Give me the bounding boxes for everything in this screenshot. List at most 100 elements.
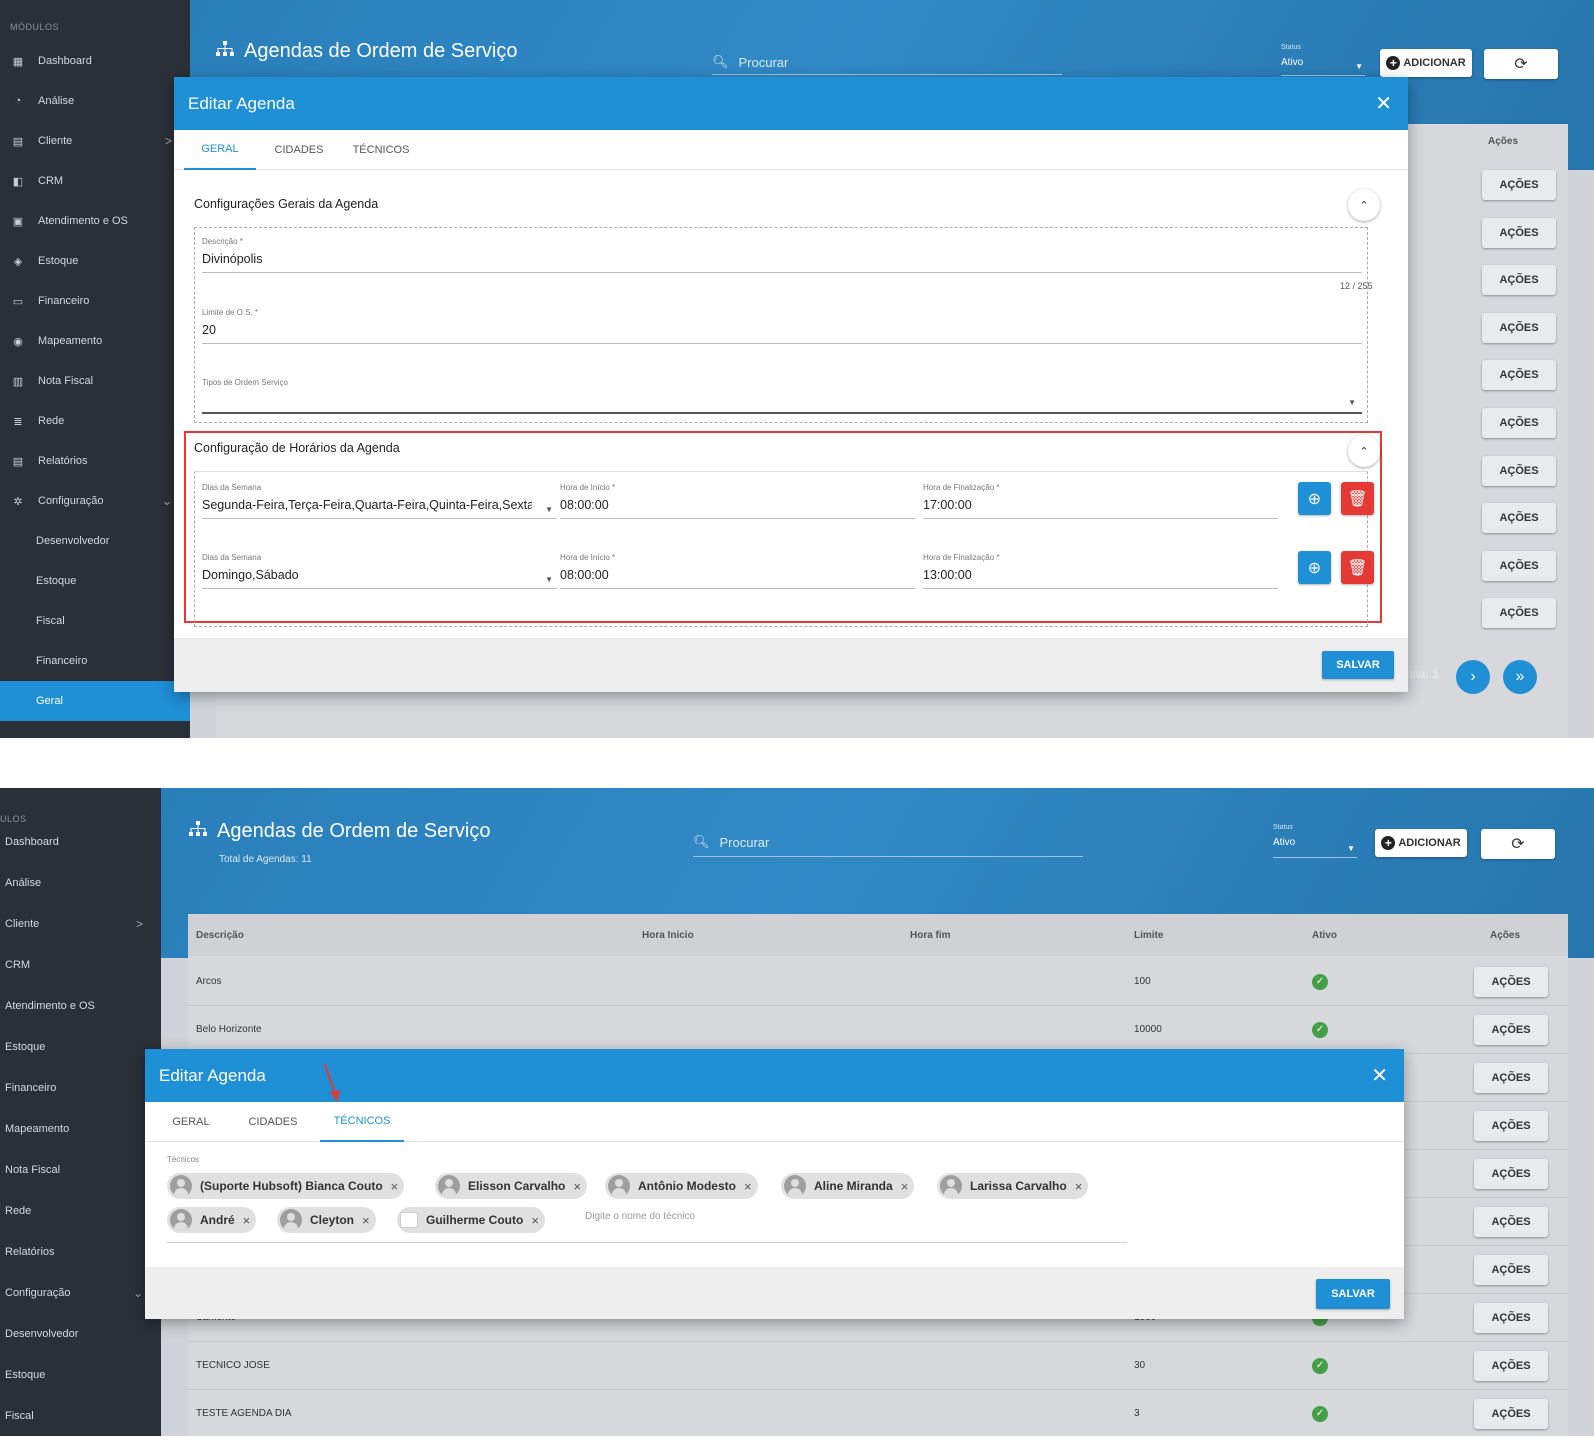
remove-chip-icon[interactable]: × (391, 1179, 399, 1194)
tecnicos-autocomplete[interactable]: (Suporte Hubsoft) Bianca Couto × Elisson C… (167, 1167, 1127, 1243)
sidebar-item[interactable]: Análise (0, 863, 161, 903)
acoes-button[interactable]: AÇÕES (1482, 503, 1556, 534)
tecnico-search-input[interactable]: Digite o nome do técnico (585, 1211, 695, 1222)
remove-chip-icon[interactable]: × (243, 1213, 251, 1228)
tab-geral[interactable]: GERAL (155, 1102, 227, 1142)
collapse-schedule-button[interactable]: ⌃ (1348, 435, 1380, 467)
sidebar-item[interactable]: ▦ Dashboard (0, 41, 190, 81)
hora-fim-field[interactable]: Hora de Finalização * 17:00:00 (923, 483, 1278, 519)
status-select[interactable]: Status Ativo ▼ (1273, 824, 1357, 858)
remove-chip-icon[interactable]: × (901, 1179, 909, 1194)
acoes-button[interactable]: AÇÕES (1474, 1015, 1548, 1045)
acoes-button[interactable]: AÇÕES (1482, 408, 1556, 438)
acoes-button[interactable]: AÇÕES (1482, 312, 1556, 343)
sidebar-item[interactable]: Cliente > (0, 904, 161, 944)
sidebar-item[interactable]: Nota Fiscal (0, 1150, 161, 1190)
sidebar-item[interactable]: ◔ Análise (0, 81, 190, 121)
sidebar-subitem[interactable]: Desenvolvedor (0, 521, 190, 561)
hora-inicio-field[interactable]: Hora de Início * 08:00:00 (560, 553, 915, 589)
search-input[interactable]: 🔍︎ Procurar (693, 834, 1083, 857)
acoes-button[interactable]: AÇÕES (1474, 1351, 1548, 1381)
sidebar-item[interactable]: ✲ Configuração ⌄ (0, 481, 190, 521)
sidebar-item[interactable]: Dashboard (0, 822, 161, 862)
remove-chip-icon[interactable]: × (362, 1213, 370, 1228)
sidebar-item[interactable]: ◧ CRM (0, 161, 190, 201)
sidebar-item[interactable]: Rede (0, 1191, 161, 1231)
sidebar-item[interactable]: Atendimento e OS (0, 986, 161, 1026)
sidebar-subitem[interactable]: Financeiro (0, 641, 190, 681)
sidebar-item[interactable]: ▤ Cliente > (0, 121, 190, 161)
add-schedule-button[interactable]: ⊕ (1298, 551, 1331, 584)
sidebar-item[interactable]: Estoque (0, 1027, 161, 1067)
tab-tecnicos[interactable]: TÉCNICOS (320, 1102, 404, 1142)
close-icon[interactable]: ✕ (1375, 91, 1392, 116)
remove-chip-icon[interactable]: × (573, 1179, 581, 1194)
descricao-field[interactable]: Descrição * Divinópolis (202, 237, 1362, 273)
sidebar-item[interactable]: ◉ Mapeamento (0, 321, 190, 361)
limite-field[interactable]: Limite de O.S. * 20 (202, 308, 1362, 344)
acoes-button[interactable]: AÇÕES (1482, 360, 1556, 391)
acoes-button[interactable]: AÇÕES (1474, 1111, 1548, 1141)
acoes-button[interactable]: AÇÕES (1474, 1207, 1548, 1237)
acoes-button[interactable]: AÇÕES (1474, 1399, 1548, 1429)
acoes-button[interactable]: AÇÕES (1474, 1303, 1548, 1333)
sidebar-subitem[interactable]: Fiscal (0, 601, 190, 641)
acoes-button[interactable]: AÇÕES (1482, 170, 1556, 200)
tecnico-chip[interactable]: Elisson Carvalho × (435, 1173, 587, 1199)
tab-geral[interactable]: GERAL (184, 130, 256, 170)
dias-semana-select[interactable]: Dias da Semana Domingo,Sábado ▼ (202, 553, 557, 589)
sidebar-item[interactable]: ◈ Estoque (0, 241, 190, 281)
sidebar-item[interactable]: ▣ Atendimento e OS (0, 201, 190, 241)
sidebar-item[interactable]: ≣ Rede (0, 401, 190, 441)
delete-schedule-button[interactable]: 🗑︎ (1341, 551, 1374, 584)
sidebar-item[interactable]: Financeiro (0, 1068, 161, 1108)
remove-chip-icon[interactable]: × (744, 1179, 752, 1194)
tecnico-chip[interactable]: André × (167, 1207, 257, 1233)
tab-cidades[interactable]: CIDADES (237, 1102, 309, 1142)
sidebar-subitem[interactable]: Desenvolvedor (0, 1314, 161, 1354)
acoes-button[interactable]: AÇÕES (1482, 217, 1556, 248)
acoes-button[interactable]: AÇÕES (1482, 455, 1556, 486)
tecnico-chip[interactable]: Guilherme Couto × (397, 1207, 545, 1233)
sidebar-item[interactable]: Mapeamento (0, 1109, 161, 1149)
save-button[interactable]: SALVAR (1322, 651, 1394, 679)
sidebar-item[interactable]: Configuração ⌄ (0, 1273, 161, 1313)
tecnico-chip[interactable]: Aline Miranda × (781, 1173, 915, 1199)
tab-cidades[interactable]: CIDADES (266, 130, 332, 170)
tipos-os-select[interactable]: Tipos de Ordem Serviço ▼ (202, 378, 1362, 414)
refresh-button[interactable]: ⟳ (1481, 829, 1555, 859)
sidebar-subitem[interactable]: Estoque (0, 561, 190, 601)
close-icon[interactable]: ✕ (1371, 1063, 1388, 1088)
delete-schedule-button[interactable]: 🗑︎ (1341, 482, 1374, 515)
acoes-button[interactable]: AÇÕES (1474, 967, 1548, 997)
tecnico-chip[interactable]: Antônio Modesto × (605, 1173, 758, 1199)
add-schedule-button[interactable]: ⊕ (1298, 482, 1331, 515)
sidebar-item[interactable]: ▥ Nota Fiscal (0, 361, 190, 401)
sidebar-item[interactable]: ▭ Financeiro (0, 281, 190, 321)
last-page-button[interactable]: » (1503, 660, 1537, 694)
tecnico-chip[interactable]: Larissa Carvalho × (937, 1173, 1089, 1199)
search-input[interactable]: 🔍︎ Procurar (712, 54, 1062, 75)
sidebar-subitem[interactable]: Geral (0, 681, 190, 721)
acoes-button[interactable]: AÇÕES (1482, 550, 1556, 581)
sidebar-subitem[interactable]: Fiscal (0, 1396, 161, 1436)
sidebar-item[interactable]: Relatórios (0, 1232, 161, 1272)
acoes-button[interactable]: AÇÕES (1474, 1063, 1548, 1093)
next-page-button[interactable]: › (1456, 660, 1490, 694)
sidebar-subitem[interactable]: Estoque (0, 1355, 161, 1395)
remove-chip-icon[interactable]: × (531, 1213, 539, 1228)
save-button[interactable]: SALVAR (1316, 1279, 1390, 1309)
add-button[interactable]: + ADICIONAR (1375, 829, 1467, 857)
sidebar-item[interactable]: ▤ Relatórios (0, 441, 190, 481)
collapse-general-button[interactable]: ⌃ (1348, 189, 1380, 221)
remove-chip-icon[interactable]: × (1075, 1179, 1083, 1194)
tecnico-chip[interactable]: (Suporte Hubsoft) Bianca Couto × (167, 1173, 405, 1199)
tab-tecnicos[interactable]: TÉCNICOS (346, 130, 416, 170)
acoes-button[interactable]: AÇÕES (1474, 1255, 1548, 1285)
refresh-button[interactable]: ⟳ (1484, 49, 1558, 79)
sidebar-item[interactable]: CRM (0, 945, 161, 985)
hora-fim-field[interactable]: Hora de Finalização * 13:00:00 (923, 553, 1278, 589)
acoes-button[interactable]: AÇÕES (1482, 265, 1556, 296)
acoes-button[interactable]: AÇÕES (1482, 598, 1556, 629)
tecnico-chip[interactable]: Cleyton × (277, 1207, 376, 1233)
